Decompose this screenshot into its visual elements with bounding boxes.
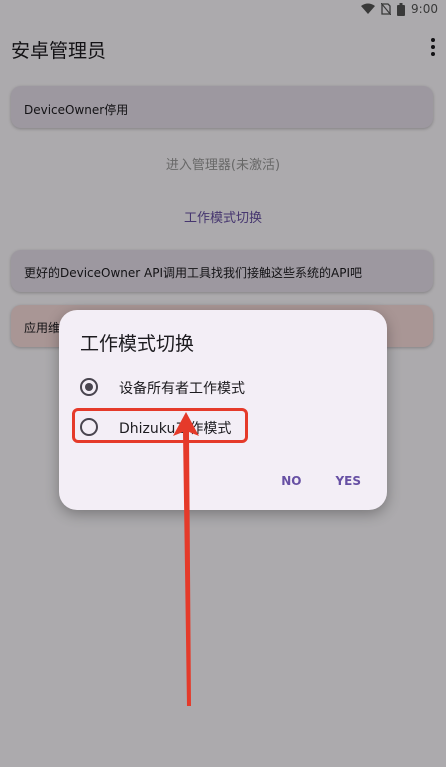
annotation-highlight-box <box>72 408 248 443</box>
option-device-owner[interactable]: 设备所有者工作模式 <box>80 370 370 404</box>
no-button[interactable]: NO <box>281 474 301 488</box>
annotation-arrow-icon <box>173 412 199 706</box>
yes-button[interactable]: YES <box>335 474 361 488</box>
radio-checked-icon[interactable] <box>80 378 98 396</box>
dialog-actions: NO YES <box>281 474 361 488</box>
option-device-owner-label: 设备所有者工作模式 <box>119 381 245 397</box>
dialog-title: 工作模式切换 <box>80 333 195 355</box>
